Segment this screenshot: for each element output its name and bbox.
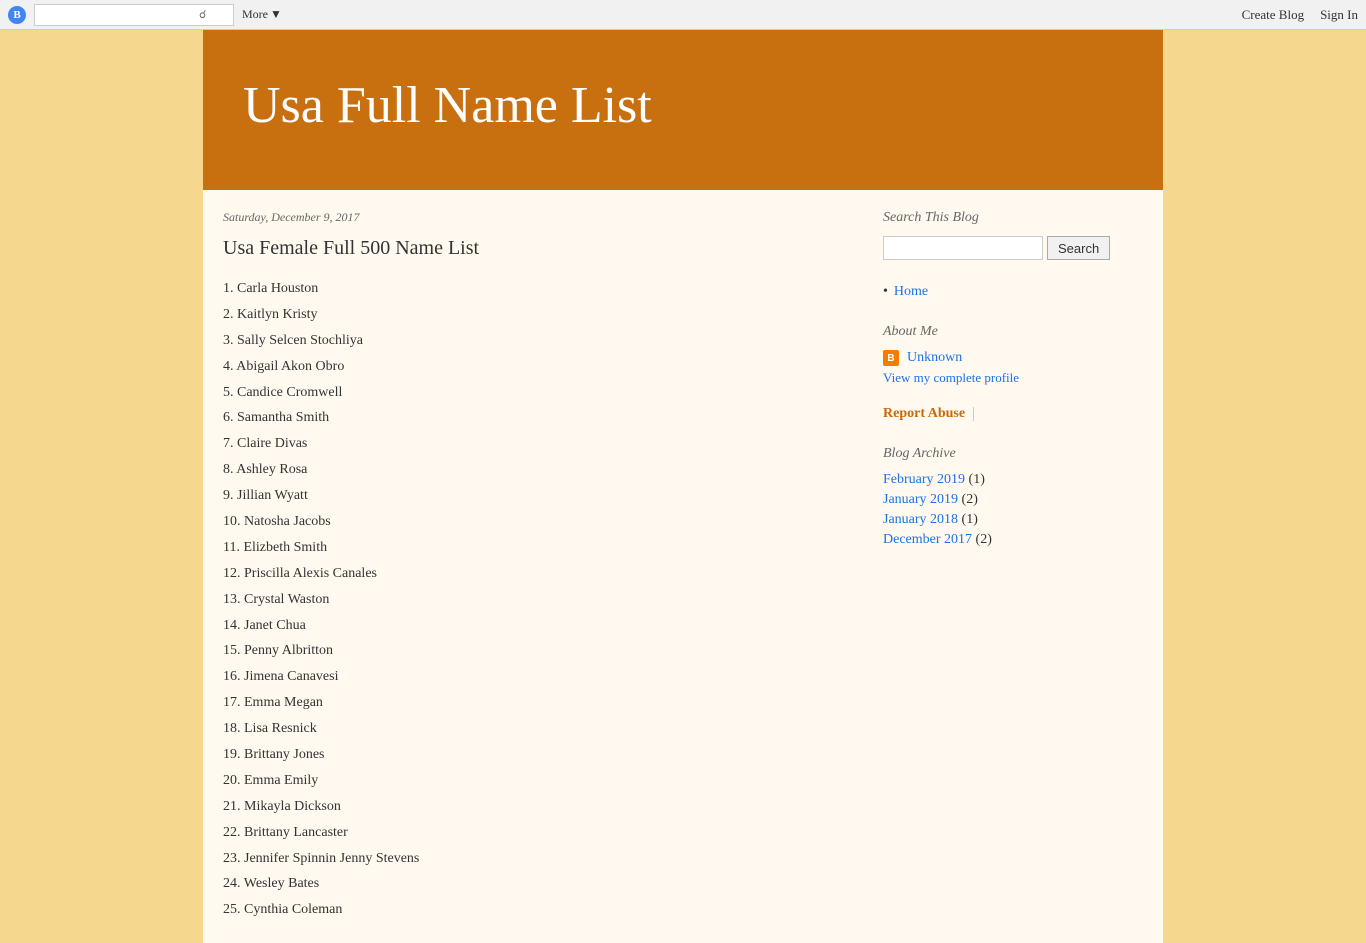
search-heading: Search This Blog (883, 210, 1143, 226)
list-item: 5. Candice Cromwell (223, 380, 853, 406)
archive-count: (1) (965, 472, 985, 487)
list-item: 1. Carla Houston (223, 276, 853, 302)
list-item: 21. Mikayla Dickson (223, 794, 853, 820)
list-item: 23. Jennifer Spinnin Jenny Stevens (223, 846, 853, 872)
list-item: 7. Claire Divas (223, 431, 853, 457)
list-item: 3. Sally Selcen Stochliya (223, 328, 853, 354)
archive-count: (2) (958, 492, 978, 507)
view-profile-link[interactable]: View my complete profile (883, 370, 1143, 386)
post-title: Usa Female Full 500 Name List (223, 237, 853, 260)
blogger-icon: B (883, 350, 899, 366)
nav-item-home[interactable]: Home (883, 284, 1143, 300)
archive-item: December 2017 (2) (883, 532, 1143, 548)
archive-count: (1) (958, 512, 978, 527)
page-wrapper: Usa Full Name List Saturday, December 9,… (0, 30, 1366, 943)
chevron-down-icon: ▼ (270, 7, 282, 22)
home-link[interactable]: Home (894, 284, 928, 300)
report-abuse-link[interactable]: Report Abuse (883, 406, 965, 421)
navbar: B ☌ More ▼ Create Blog Sign In (0, 0, 1366, 30)
name-list: 1. Carla Houston2. Kaitlyn Kristy3. Sall… (223, 276, 853, 923)
report-divider (973, 407, 974, 421)
sign-in-link[interactable]: Sign In (1320, 7, 1358, 23)
search-box: Search (883, 236, 1143, 260)
list-item: 4. Abigail Akon Obro (223, 354, 853, 380)
list-item: 13. Crystal Waston (223, 587, 853, 613)
list-item: 22. Brittany Lancaster (223, 820, 853, 846)
archive-link[interactable]: February 2019 (883, 472, 965, 487)
list-item: 12. Priscilla Alexis Canales (223, 561, 853, 587)
about-section: About Me B Unknown View my complete prof… (883, 324, 1143, 386)
about-me-row: B Unknown (883, 350, 1143, 366)
navbar-search-input[interactable] (39, 8, 199, 22)
navbar-search-box[interactable]: ☌ (34, 4, 234, 26)
archive-item: February 2019 (1) (883, 472, 1143, 488)
archive-section: Blog Archive February 2019 (1)January 20… (883, 446, 1143, 548)
list-item: 8. Ashley Rosa (223, 457, 853, 483)
list-item: 9. Jillian Wyatt (223, 483, 853, 509)
archive-link[interactable]: December 2017 (883, 532, 972, 547)
archive-item: January 2018 (1) (883, 512, 1143, 528)
list-item: 2. Kaitlyn Kristy (223, 302, 853, 328)
list-item: 15. Penny Albritton (223, 638, 853, 664)
list-item: 10. Natosha Jacobs (223, 509, 853, 535)
navbar-right: Create Blog Sign In (1242, 7, 1358, 23)
archive-link[interactable]: January 2018 (883, 512, 958, 527)
list-item: 20. Emma Emily (223, 768, 853, 794)
list-item: 19. Brittany Jones (223, 742, 853, 768)
list-item: 17. Emma Megan (223, 690, 853, 716)
blog-title: Usa Full Name List (243, 76, 652, 135)
list-item: 25. Cynthia Coleman (223, 897, 853, 923)
search-button[interactable]: Search (1047, 236, 1110, 260)
list-item: 18. Lisa Resnick (223, 716, 853, 742)
list-item: 14. Janet Chua (223, 613, 853, 639)
report-abuse-section: Report Abuse (883, 406, 1143, 422)
sidebar-nav: Home (883, 284, 1143, 300)
post-date: Saturday, December 9, 2017 (223, 210, 853, 225)
list-item: 24. Wesley Bates (223, 871, 853, 897)
navbar-search-icon: ☌ (199, 8, 206, 21)
list-item: 6. Samantha Smith (223, 405, 853, 431)
list-item: 16. Jimena Canavesi (223, 664, 853, 690)
create-blog-link[interactable]: Create Blog (1242, 7, 1304, 23)
content-area: Saturday, December 9, 2017 Usa Female Fu… (203, 190, 1163, 943)
search-section: Search This Blog Search (883, 210, 1143, 260)
archive-heading: Blog Archive (883, 446, 1143, 462)
blogger-logo: B (8, 6, 26, 24)
search-input[interactable] (883, 236, 1043, 260)
unknown-profile-link[interactable]: Unknown (907, 350, 962, 366)
about-heading: About Me (883, 324, 1143, 340)
list-item: 11. Elizbeth Smith (223, 535, 853, 561)
archive-list: February 2019 (1)January 2019 (2)January… (883, 472, 1143, 548)
archive-item: January 2019 (2) (883, 492, 1143, 508)
archive-link[interactable]: January 2019 (883, 492, 958, 507)
sidebar: Search This Blog Search Home (883, 210, 1143, 923)
blog-posts: Saturday, December 9, 2017 Usa Female Fu… (223, 210, 883, 923)
main-container: Usa Full Name List Saturday, December 9,… (203, 30, 1163, 943)
archive-count: (2) (972, 532, 992, 547)
nav-list: Home (883, 284, 1143, 300)
navbar-more[interactable]: More ▼ (242, 7, 282, 22)
blog-header: Usa Full Name List (203, 30, 1163, 190)
